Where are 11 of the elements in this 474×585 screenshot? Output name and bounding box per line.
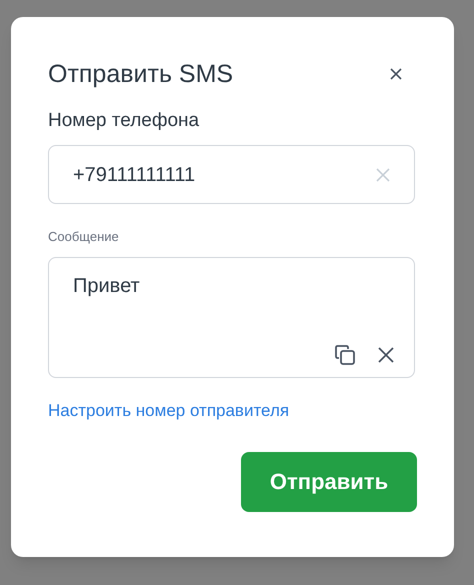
dialog-title: Отправить SMS: [48, 59, 234, 89]
message-field[interactable]: Привет: [48, 257, 415, 378]
copy-icon[interactable]: [334, 344, 356, 366]
sender-settings-link[interactable]: Настроить номер отправителя: [48, 398, 290, 424]
field-label: Сообщение: [48, 229, 120, 245]
phone-field[interactable]: +79111111111: [48, 145, 415, 204]
message-value: Привет: [73, 274, 141, 298]
clear-icon[interactable]: [378, 347, 394, 363]
close-icon: [390, 68, 402, 80]
phone-value: +79111111111: [73, 162, 196, 188]
field-label: Номер телефона: [48, 109, 200, 133]
